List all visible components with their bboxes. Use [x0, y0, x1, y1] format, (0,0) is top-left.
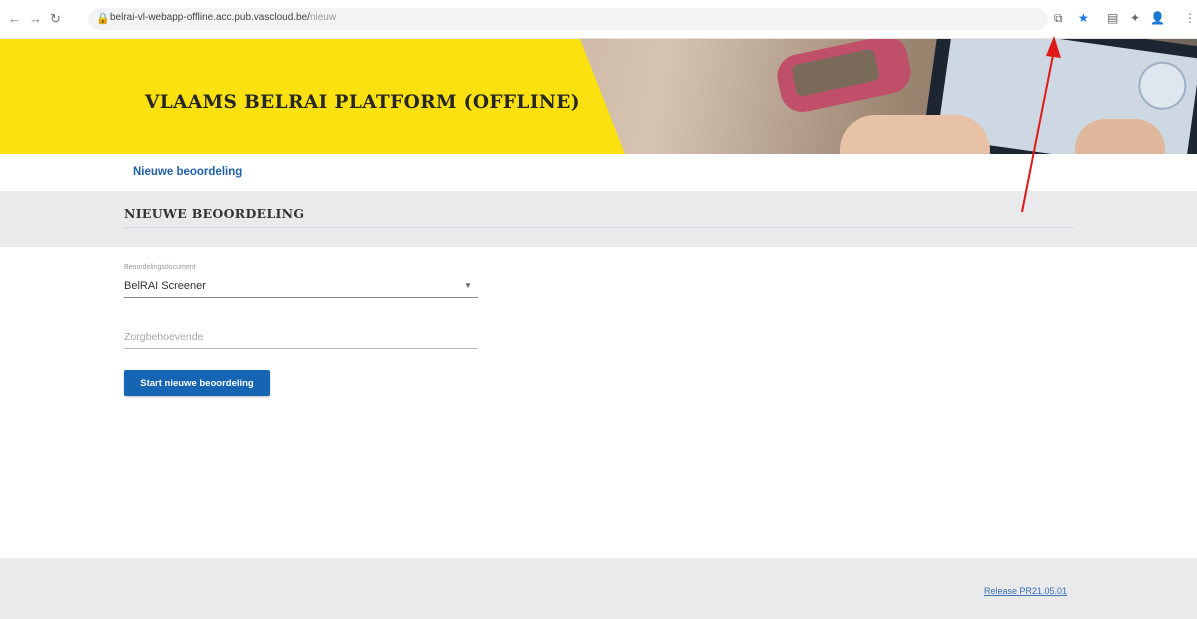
annotation-arrow [1021, 36, 1061, 213]
